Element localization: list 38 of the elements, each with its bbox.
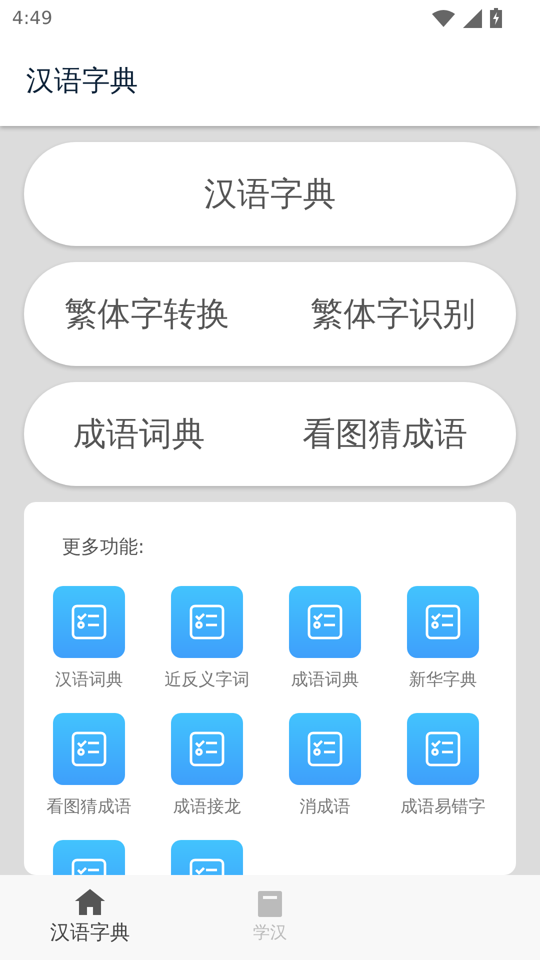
checklist-icon [425, 604, 461, 640]
section-heading: 更多功能: [62, 535, 146, 560]
feature-label: 成语接龙 [173, 796, 241, 818]
menu-link[interactable]: 看图猜成语 [302, 412, 468, 456]
signal-icon [463, 8, 482, 28]
wifi-icon [432, 10, 455, 26]
menu-link[interactable]: 繁体字转换 [64, 292, 230, 336]
feature-tile[interactable] [407, 713, 479, 785]
feature-label: 消成语 [300, 796, 350, 818]
book-icon [258, 891, 282, 917]
feature-tile[interactable] [53, 586, 125, 658]
feature-tile[interactable] [171, 713, 243, 785]
menu-link[interactable]: 繁体字识别 [310, 292, 476, 336]
checklist-icon [307, 604, 343, 640]
menu-link[interactable]: 汉语字典 [204, 172, 336, 216]
checklist-icon [307, 731, 343, 767]
battery-icon [490, 8, 502, 28]
feature-tile[interactable] [171, 586, 243, 658]
feature-label: 汉语词典 [55, 669, 123, 691]
feature-tile[interactable] [53, 713, 125, 785]
checklist-icon [71, 731, 107, 767]
feature-label: 成语易错字 [400, 796, 486, 818]
feature-tile[interactable] [289, 586, 361, 658]
home-icon [75, 889, 105, 915]
status-time: 4:49 [12, 8, 52, 28]
feature-tile[interactable] [289, 713, 361, 785]
feature-tile[interactable] [407, 586, 479, 658]
checklist-icon [71, 604, 107, 640]
checklist-icon [189, 604, 225, 640]
menu-link[interactable]: 成语词典 [72, 412, 205, 456]
feature-label: 看图猜成语 [46, 796, 132, 818]
nav-tab[interactable]: 汉语字典 [0, 875, 180, 960]
feature-label: 新华字典 [409, 669, 477, 691]
checklist-icon [189, 731, 225, 767]
feature-label: 成语词典 [291, 669, 359, 691]
checklist-icon [425, 731, 461, 767]
feature-label: 近反义字词 [164, 669, 250, 691]
app-title: 汉语字典 [26, 63, 138, 99]
